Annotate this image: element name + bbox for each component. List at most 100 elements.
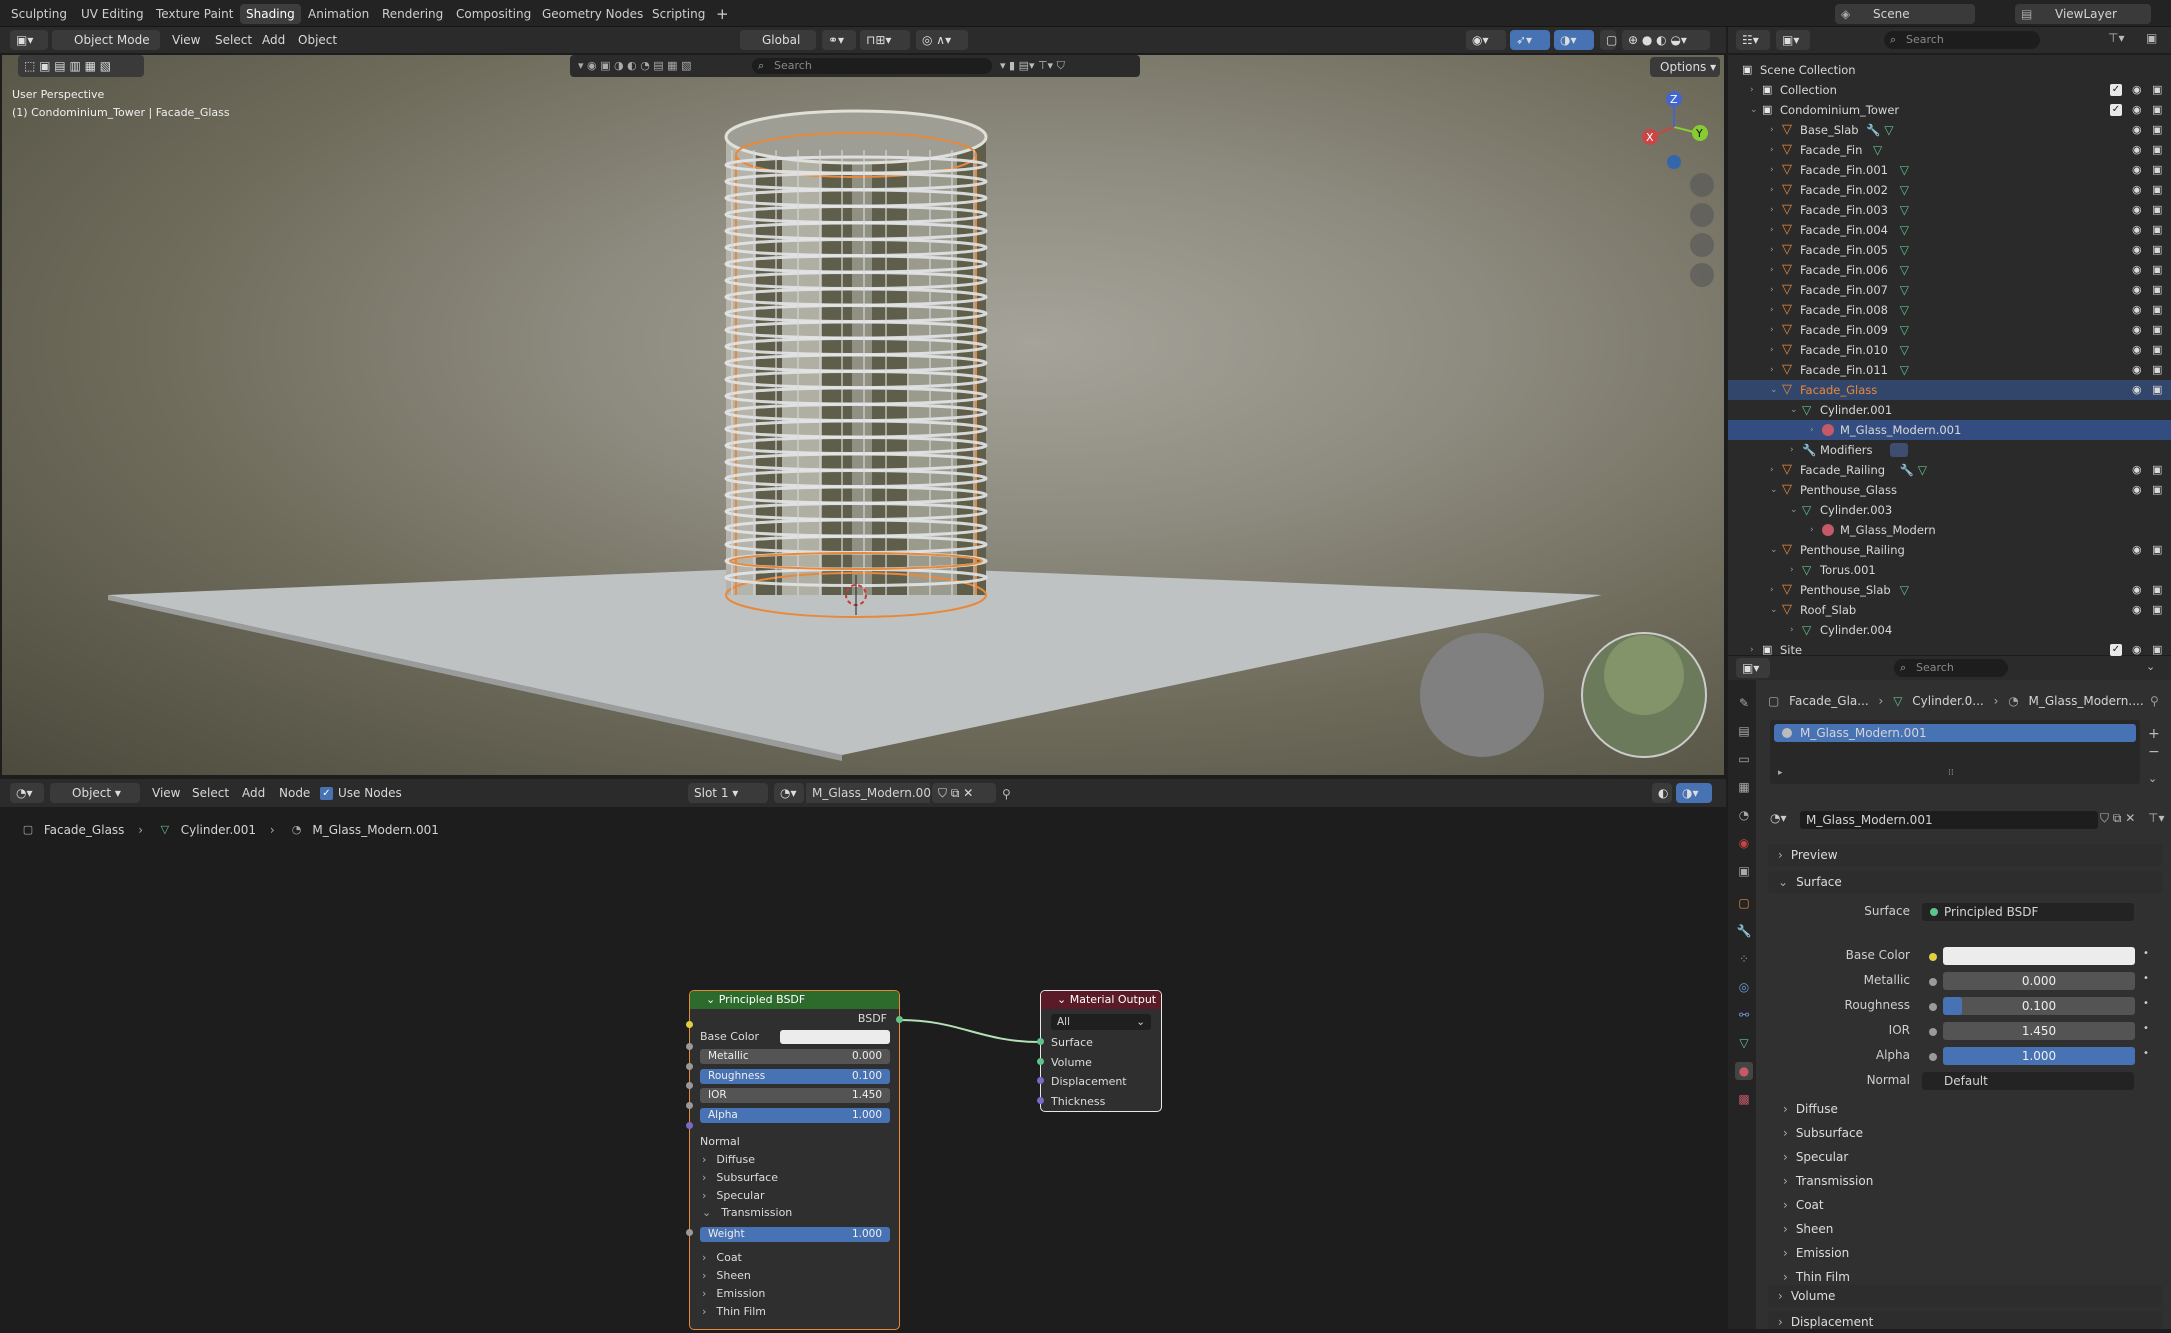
prop-value-field[interactable]: 1.000 — [1943, 1047, 2135, 1065]
surface-shader-field[interactable]: Principled BSDF — [1922, 903, 2134, 921]
camera-render-icon[interactable]: ▣ — [2152, 540, 2162, 560]
data-tab-icon[interactable]: ▽ — [1735, 1034, 1753, 1052]
camera-render-icon[interactable]: ▣ — [2152, 160, 2162, 180]
weight-input-socket[interactable] — [686, 1229, 693, 1236]
prop-value-field[interactable]: 1.450 — [1943, 1022, 2135, 1040]
camera-render-icon[interactable]: ▣ — [2152, 200, 2162, 220]
eye-icon[interactable]: ◉ — [2132, 320, 2142, 340]
eye-icon[interactable]: ◉ — [2132, 80, 2142, 100]
expand-toggle-icon[interactable]: ⌄ — [1790, 400, 1800, 420]
expand-toggle-icon[interactable]: › — [1770, 160, 1780, 180]
expand-toggle-icon[interactable]: › — [1770, 460, 1780, 480]
eye-icon[interactable]: ◉ — [2132, 200, 2142, 220]
outliner-row[interactable]: › 🔧 Modifiers — [1728, 440, 2171, 460]
bsdf-section[interactable]: › Subsurface — [702, 1170, 778, 1186]
outliner-row[interactable]: ▣ Scene Collection — [1728, 60, 2171, 80]
eye-icon[interactable]: ◉ — [2132, 260, 2142, 280]
outliner-row[interactable]: › ▽ Cylinder.004 — [1728, 620, 2171, 640]
view-layer-selector[interactable]: ▤ ViewLayer — [2015, 4, 2151, 24]
tab-rendering[interactable]: Rendering — [376, 4, 449, 24]
material-slot-item[interactable]: M_Glass_Modern.001 — [1774, 724, 2136, 742]
expand-toggle-icon[interactable]: › — [1750, 80, 1760, 100]
expand-toggle-icon[interactable]: › — [1770, 280, 1780, 300]
camera-render-icon[interactable]: ▣ — [2152, 580, 2162, 600]
outliner-editor-type[interactable]: ☷▾ — [1736, 30, 1770, 50]
outliner-row[interactable]: › ▽ Facade_Fin.005 ▽ ◉ ▣ — [1728, 240, 2171, 260]
properties-editor-type[interactable]: ▣▾ — [1736, 658, 1770, 678]
menu-add[interactable]: Add — [262, 30, 285, 50]
outliner-row[interactable]: › ▣ Collection ✓ ◉ ▣ — [1728, 80, 2171, 100]
keyframe-dot-icon[interactable]: • — [2143, 948, 2149, 959]
output-input-socket[interactable] — [1037, 1096, 1044, 1104]
camera-render-icon[interactable]: ▣ — [2152, 140, 2162, 160]
outliner-row[interactable]: › ▽ Torus.001 — [1728, 560, 2171, 580]
subpanel-row[interactable]: › Emission — [1783, 1243, 1849, 1263]
tab-animation[interactable]: Animation — [302, 4, 375, 24]
eye-icon[interactable]: ◉ — [2132, 220, 2142, 240]
bsdf-section-transmission[interactable]: ⌄ Transmission — [702, 1205, 792, 1221]
camera-render-icon[interactable]: ▣ — [2152, 180, 2162, 200]
bsdf-output-socket[interactable] — [896, 1016, 903, 1023]
scene-selector[interactable]: ◈ Scene — [1835, 4, 1975, 24]
snap-icon[interactable]: ⊓⊞▾ — [860, 30, 910, 50]
outliner-row[interactable]: › ▽ Penthouse_Slab ▽ ◉ ▣ — [1728, 580, 2171, 600]
expand-toggle-icon[interactable]: ⌄ — [1750, 100, 1760, 120]
expand-toggle-icon[interactable]: › — [1810, 420, 1820, 440]
output-node-title[interactable]: ⌄ Material Output — [1041, 991, 1161, 1009]
camera-render-icon[interactable]: ▣ — [2152, 320, 2162, 340]
expand-toggle-icon[interactable]: › — [1790, 620, 1800, 640]
bsdf-section[interactable]: › Diffuse — [702, 1152, 755, 1168]
camera-render-icon[interactable]: ▣ — [2152, 600, 2162, 620]
bsdf-input-socket[interactable] — [686, 1082, 693, 1089]
camera-render-icon[interactable]: ▣ — [2152, 340, 2162, 360]
expand-toggle-icon[interactable]: ⌄ — [1790, 500, 1800, 520]
view-layer-tab-icon[interactable]: ▦ — [1735, 778, 1753, 796]
menu-object[interactable]: Object — [298, 30, 337, 50]
expand-toggle-icon[interactable]: › — [1770, 240, 1780, 260]
material-tab-icon[interactable]: ● — [1735, 1062, 1753, 1080]
collection-checkbox[interactable]: ✓ — [2110, 104, 2122, 116]
prop-value-field[interactable]: 0.100 — [1943, 997, 2135, 1015]
particles-tab-icon[interactable]: ⁘ — [1735, 950, 1753, 968]
base-color-field[interactable] — [1943, 947, 2135, 965]
overlay-node-icon[interactable]: ◑▾ — [1676, 783, 1712, 803]
tab-sculpting[interactable]: Sculpting — [5, 4, 73, 24]
tab-shading[interactable]: Shading — [240, 4, 301, 24]
editor-type-button[interactable]: ▣▾ — [10, 30, 48, 50]
texture-tab-icon[interactable]: ▩ — [1735, 1090, 1753, 1108]
tab-scripting[interactable]: Scripting — [646, 4, 711, 24]
gizmo-toggle-icon[interactable]: ➶▾ — [1510, 30, 1550, 50]
camera-render-icon[interactable]: ▣ — [2152, 280, 2162, 300]
expand-toggle-icon[interactable]: › — [1770, 200, 1780, 220]
collection-checkbox[interactable]: ✓ — [2110, 644, 2122, 656]
camera-render-icon[interactable]: ▣ — [2152, 380, 2162, 400]
gizmo-neg-z-icon[interactable] — [1667, 155, 1681, 169]
outliner-row[interactable]: ⌄ ▣ Condominium_Tower ✓ ◉ ▣ — [1728, 100, 2171, 120]
outliner-row[interactable]: › ▽ Facade_Fin.011 ▽ ◉ ▣ — [1728, 360, 2171, 380]
output-target-dropdown[interactable]: All ⌄ — [1051, 1014, 1151, 1030]
outliner-row[interactable]: › M_Glass_Modern — [1728, 520, 2171, 540]
object-tab-icon[interactable]: ▢ — [1735, 894, 1753, 912]
menu-select[interactable]: Select — [215, 30, 252, 50]
expand-toggle-icon[interactable]: › — [1770, 580, 1780, 600]
outliner-row[interactable]: › ▽ Facade_Fin.001 ▽ ◉ ▣ — [1728, 160, 2171, 180]
output-input-socket[interactable] — [1037, 1077, 1044, 1084]
panel-displacement[interactable]: › Displacement — [1768, 1311, 2162, 1329]
outliner-row[interactable]: ⌄ ▽ Cylinder.003 — [1728, 500, 2171, 520]
expand-toggle-icon[interactable]: › — [1770, 300, 1780, 320]
add-slot-icon[interactable]: + — [2148, 726, 2160, 742]
expand-toggle-icon[interactable]: › — [1770, 320, 1780, 340]
node-editor-type[interactable]: ◔▾ — [10, 783, 44, 803]
outliner-row[interactable]: › ▽ Facade_Fin.007 ▽ ◉ ▣ — [1728, 280, 2171, 300]
prop-value-field[interactable]: 0.000 — [1943, 972, 2135, 990]
subpanel-row[interactable]: › Thin Film — [1783, 1267, 1850, 1287]
node-editor[interactable]: ▢ Facade_Glass › ▽ Cylinder.001 › ◔ M_Gl… — [0, 815, 1726, 1330]
collapse-icon[interactable]: ⌄ — [2146, 660, 2155, 673]
bsdf-section[interactable]: › Emission — [702, 1286, 765, 1302]
tab-compositing[interactable]: Compositing — [450, 4, 537, 24]
expand-toggle-icon[interactable]: › — [1770, 120, 1780, 140]
menu-view[interactable]: View — [172, 30, 200, 50]
camera-render-icon[interactable]: ▣ — [2152, 100, 2162, 120]
bsdf-section[interactable]: › Coat — [702, 1250, 742, 1266]
eye-icon[interactable]: ◉ — [2132, 600, 2142, 620]
